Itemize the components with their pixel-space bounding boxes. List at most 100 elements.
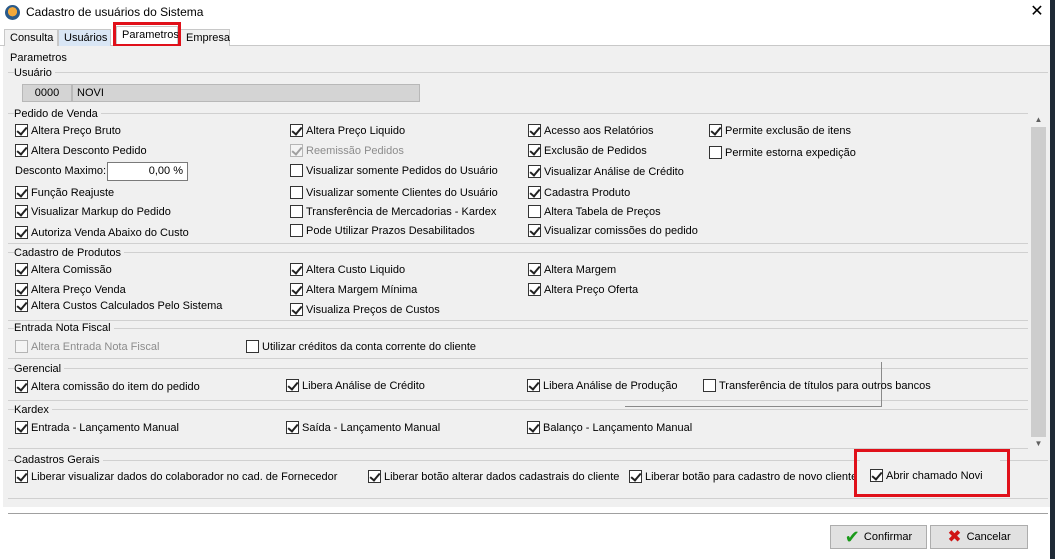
checkbox-icon[interactable] xyxy=(528,186,541,199)
checkbox-icon[interactable] xyxy=(290,303,303,316)
checkbox-icon[interactable] xyxy=(290,124,303,137)
cb-acesso-relatorios[interactable]: Acesso aos Relatórios xyxy=(528,124,653,137)
abrir-chamado-highlight-frame xyxy=(854,449,1010,497)
checkbox-icon[interactable] xyxy=(15,299,28,312)
cb-liberar-alterar-dados-cliente[interactable]: Liberar botão alterar dados cadastrais d… xyxy=(368,470,619,483)
checkbox-icon[interactable] xyxy=(15,263,28,276)
entrada-nf-bottom xyxy=(8,358,1028,359)
checkbox-icon[interactable] xyxy=(15,226,28,239)
checkbox-icon[interactable] xyxy=(15,124,28,137)
usuario-name-field[interactable]: NOVI xyxy=(72,84,420,102)
checkbox-icon[interactable] xyxy=(290,263,303,276)
cb-visualizar-markup[interactable]: Visualizar Markup do Pedido xyxy=(15,205,171,218)
cb-altera-comissao[interactable]: Altera Comissão xyxy=(15,263,112,276)
cb-saida-lancamento-manual[interactable]: Saída - Lançamento Manual xyxy=(286,421,440,434)
checkbox-icon[interactable] xyxy=(527,379,540,392)
cb-balanco-lancamento-manual[interactable]: Balanço - Lançamento Manual xyxy=(527,421,692,434)
cb-cadastra-produto[interactable]: Cadastra Produto xyxy=(528,186,630,199)
checkbox-icon[interactable] xyxy=(629,470,642,483)
entrada-nf-title: Entrada Nota Fiscal xyxy=(14,322,114,334)
desconto-maximo-label: Desconto Maximo: xyxy=(15,165,107,177)
cb-permite-estorna-expedicao[interactable]: Permite estorna expedição xyxy=(709,146,856,159)
cb-visualiza-precos-custos[interactable]: Visualiza Preços de Custos xyxy=(290,303,440,316)
tab-consulta[interactable]: Consulta xyxy=(4,29,58,46)
cb-visualizar-somente-clientes[interactable]: Visualizar somente Clientes do Usuário xyxy=(290,186,498,199)
checkbox-icon[interactable] xyxy=(368,470,381,483)
checkbox-icon[interactable] xyxy=(528,263,541,276)
checkbox-icon[interactable] xyxy=(15,421,28,434)
checkbox-icon[interactable] xyxy=(15,380,28,393)
checkbox-icon[interactable] xyxy=(528,144,541,157)
pedido-venda-divider xyxy=(8,113,1028,114)
cb-exclusao-pedidos[interactable]: Exclusão de Pedidos xyxy=(528,144,647,157)
cb-autoriza-venda-abaixo-custo[interactable]: Autoriza Venda Abaixo do Custo xyxy=(15,226,189,239)
cb-liberar-visualizar-colaborador[interactable]: Liberar visualizar dados do colaborador … xyxy=(15,470,337,483)
usuario-code-field[interactable]: 0000 xyxy=(22,84,72,102)
cb-altera-comissao-item[interactable]: Altera comissão do item do pedido xyxy=(15,380,200,393)
cb-transferencia-titulos[interactable]: Transferência de títulos para outros ban… xyxy=(703,379,931,392)
checkbox-icon[interactable] xyxy=(290,186,303,199)
checkbox-icon[interactable] xyxy=(528,124,541,137)
gerencial-divider xyxy=(8,368,1028,369)
checkbox-icon[interactable] xyxy=(290,164,303,177)
scroll-thumb[interactable] xyxy=(1031,127,1046,437)
cancel-button[interactable]: ✖ Cancelar xyxy=(930,525,1028,549)
close-icon[interactable]: ✕ xyxy=(1026,2,1048,22)
cb-altera-custo-liquido[interactable]: Altera Custo Liquido xyxy=(290,263,405,276)
cb-altera-margem-minima[interactable]: Altera Margem Mínima xyxy=(290,283,417,296)
tooltip-shadow-bottom xyxy=(625,406,882,407)
checkbox-icon[interactable] xyxy=(15,283,28,296)
cb-altera-preco-oferta[interactable]: Altera Preço Oferta xyxy=(528,283,638,296)
cb-altera-tabela-precos[interactable]: Altera Tabela de Preços xyxy=(528,205,661,218)
checkbox-icon[interactable] xyxy=(15,205,28,218)
cancel-x-icon: ✖ xyxy=(947,527,962,546)
cb-altera-custos-calculados[interactable]: Altera Custos Calculados Pelo Sistema xyxy=(15,299,222,312)
scroll-down-icon[interactable]: ▼ xyxy=(1030,437,1047,451)
checkbox-icon[interactable] xyxy=(15,186,28,199)
cb-entrada-lancamento-manual[interactable]: Entrada - Lançamento Manual xyxy=(15,421,179,434)
checkbox-icon[interactable] xyxy=(709,124,722,137)
footer-divider xyxy=(8,513,1048,514)
checkbox-icon[interactable] xyxy=(286,379,299,392)
cb-funcao-reajuste[interactable]: Função Reajuste xyxy=(15,186,114,199)
cb-visualizar-somente-pedidos[interactable]: Visualizar somente Pedidos do Usuário xyxy=(290,164,498,177)
scroll-up-icon[interactable]: ▲ xyxy=(1030,113,1047,127)
cb-utilizar-creditos-conta-corrente[interactable]: Utilizar créditos da conta corrente do c… xyxy=(246,340,476,353)
checkbox-icon[interactable] xyxy=(528,205,541,218)
cb-altera-preco-venda[interactable]: Altera Preço Venda xyxy=(15,283,126,296)
checkbox-icon[interactable] xyxy=(528,283,541,296)
cb-visualizar-analise-credito[interactable]: Visualizar Análise de Crédito xyxy=(528,165,684,178)
checkbox-icon[interactable] xyxy=(15,144,28,157)
checkbox-icon[interactable] xyxy=(290,205,303,218)
cb-permite-exclusao-itens[interactable]: Permite exclusão de itens xyxy=(709,124,851,137)
cb-libera-analise-producao[interactable]: Libera Análise de Produção xyxy=(527,379,678,392)
checkbox-icon[interactable] xyxy=(246,340,259,353)
checkbox-icon[interactable] xyxy=(528,224,541,237)
checkbox-icon xyxy=(290,144,303,157)
cb-transferencia-mercadorias[interactable]: Transferência de Mercadorias - Kardex xyxy=(290,205,496,218)
tab-usuarios[interactable]: Usuários xyxy=(58,29,111,46)
panel-title: Parametros xyxy=(10,52,67,64)
checkbox-icon[interactable] xyxy=(290,224,303,237)
desconto-maximo-input[interactable]: 0,00 % xyxy=(107,162,188,181)
cb-altera-preco-liquido[interactable]: Altera Preço Liquido xyxy=(290,124,405,137)
confirm-button[interactable]: ✔ Confirmar xyxy=(830,525,927,549)
cb-altera-preco-bruto[interactable]: Altera Preço Bruto xyxy=(15,124,121,137)
cb-altera-desconto-pedido[interactable]: Altera Desconto Pedido xyxy=(15,144,147,157)
checkbox-icon[interactable] xyxy=(709,146,722,159)
checkbox-icon[interactable] xyxy=(290,283,303,296)
checkbox-icon[interactable] xyxy=(15,470,28,483)
pedido-venda-title: Pedido de Venda xyxy=(14,108,101,120)
cb-visualizar-comissoes[interactable]: Visualizar comissões do pedido xyxy=(528,224,698,237)
cb-altera-margem[interactable]: Altera Margem xyxy=(528,263,616,276)
checkbox-icon[interactable] xyxy=(703,379,716,392)
cb-liberar-cadastro-novo-cliente[interactable]: Liberar botão para cadastro de novo clie… xyxy=(629,470,857,483)
checkbox-icon[interactable] xyxy=(286,421,299,434)
cb-pode-utilizar-prazos[interactable]: Pode Utilizar Prazos Desabilitados xyxy=(290,224,475,237)
cb-libera-analise-credito[interactable]: Libera Análise de Crédito xyxy=(286,379,425,392)
checkmark-icon: ✔ xyxy=(844,527,860,547)
tab-empresa[interactable]: Empresa xyxy=(180,29,230,46)
usuario-label: Usuário xyxy=(14,67,55,79)
checkbox-icon[interactable] xyxy=(527,421,540,434)
checkbox-icon[interactable] xyxy=(528,165,541,178)
